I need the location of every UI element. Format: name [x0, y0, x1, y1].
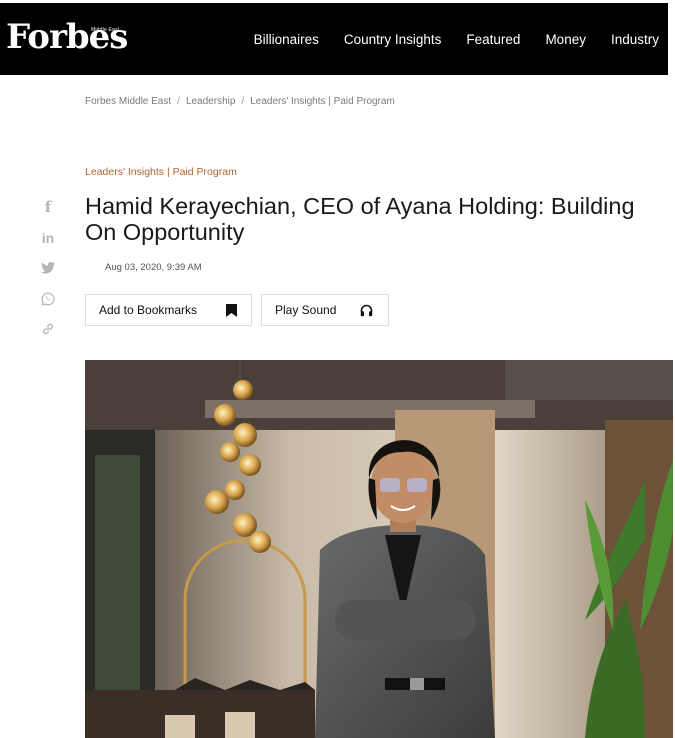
breadcrumb-separator: /: [177, 96, 180, 107]
link-icon[interactable]: [37, 318, 59, 340]
article-title: Hamid Kerayechian, CEO of Ayana Holding:…: [85, 193, 635, 245]
bookmark-icon: [226, 304, 237, 317]
share-bar: f in: [37, 196, 59, 349]
nav-billionaires[interactable]: Billionaires: [254, 32, 319, 47]
article-date: Aug 03, 2020, 9:39 AM: [105, 262, 202, 273]
nav-country-insights[interactable]: Country Insights: [344, 32, 442, 47]
breadcrumb-separator: /: [241, 96, 245, 107]
nav-money[interactable]: Money: [545, 32, 586, 47]
facebook-icon[interactable]: f: [37, 196, 59, 218]
breadcrumb: Forbes Middle East / Leadership / Leader…: [85, 96, 395, 107]
play-sound-button[interactable]: Play Sound: [261, 294, 389, 326]
article-category[interactable]: Leaders' Insights | Paid Program: [85, 166, 237, 178]
linkedin-icon[interactable]: in: [37, 227, 59, 249]
play-sound-label: Play Sound: [275, 303, 337, 317]
navigation-bar: Forbes Middle East Billionaires Country …: [0, 3, 668, 75]
nav-links: Billionaires Country Insights Featured M…: [254, 3, 659, 75]
breadcrumb-current[interactable]: Leaders' Insights | Paid Program: [250, 96, 395, 107]
bookmark-button-label: Add to Bookmarks: [99, 303, 198, 317]
headphones-icon: [360, 304, 373, 317]
breadcrumb-leadership[interactable]: Leadership: [186, 96, 235, 107]
nav-featured[interactable]: Featured: [466, 32, 520, 47]
forbes-logo[interactable]: Forbes: [6, 17, 128, 57]
top-bar: Forbes Middle East Billionaires Country …: [0, 0, 675, 76]
logo-subtitle: Middle East: [91, 27, 120, 33]
whatsapp-icon[interactable]: [37, 288, 59, 310]
article-hero-image: [85, 360, 673, 738]
nav-industry[interactable]: Industry: [611, 32, 659, 47]
add-to-bookmarks-button[interactable]: Add to Bookmarks: [85, 294, 252, 326]
twitter-icon[interactable]: [37, 257, 59, 279]
breadcrumb-home[interactable]: Forbes Middle East: [85, 96, 171, 107]
